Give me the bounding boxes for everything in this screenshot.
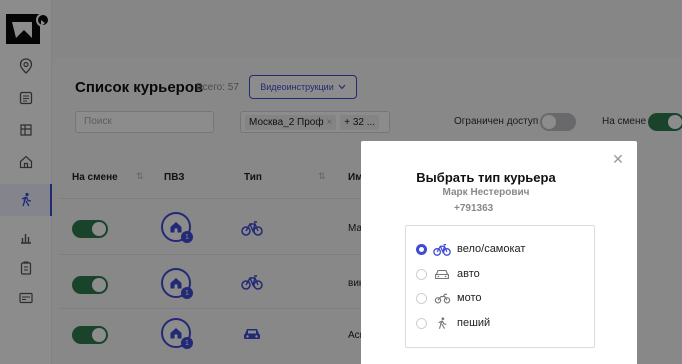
- option-moto[interactable]: мото: [416, 289, 481, 307]
- modal-title: Выбрать тип курьера: [416, 170, 556, 185]
- radio-bike[interactable]: [416, 243, 427, 255]
- courier-phone: +791363: [454, 203, 494, 214]
- option-bike[interactable]: вело/самокат: [416, 240, 525, 258]
- option-label: мото: [457, 292, 482, 304]
- option-label: вело/самокат: [457, 243, 526, 255]
- option-car[interactable]: авто: [416, 265, 480, 283]
- option-walk[interactable]: пеший: [416, 314, 490, 332]
- courier-type-modal: ✕ Выбрать тип курьера Марк Нестерович +7…: [361, 141, 637, 364]
- radio-car[interactable]: [416, 268, 427, 280]
- walk-icon: [433, 315, 451, 331]
- option-label: пеший: [457, 317, 491, 329]
- option-label: авто: [457, 268, 480, 280]
- radio-walk[interactable]: [416, 317, 427, 329]
- close-icon[interactable]: ✕: [610, 151, 626, 167]
- bike-icon: [433, 241, 451, 257]
- courier-name: Марк Нестерович: [442, 187, 530, 198]
- courier-type-options: вело/самокат авто мото пеший: [405, 225, 595, 348]
- phone-redaction: [506, 200, 573, 215]
- car-icon: [433, 266, 451, 282]
- radio-moto[interactable]: [416, 292, 427, 304]
- moto-icon: [433, 290, 451, 306]
